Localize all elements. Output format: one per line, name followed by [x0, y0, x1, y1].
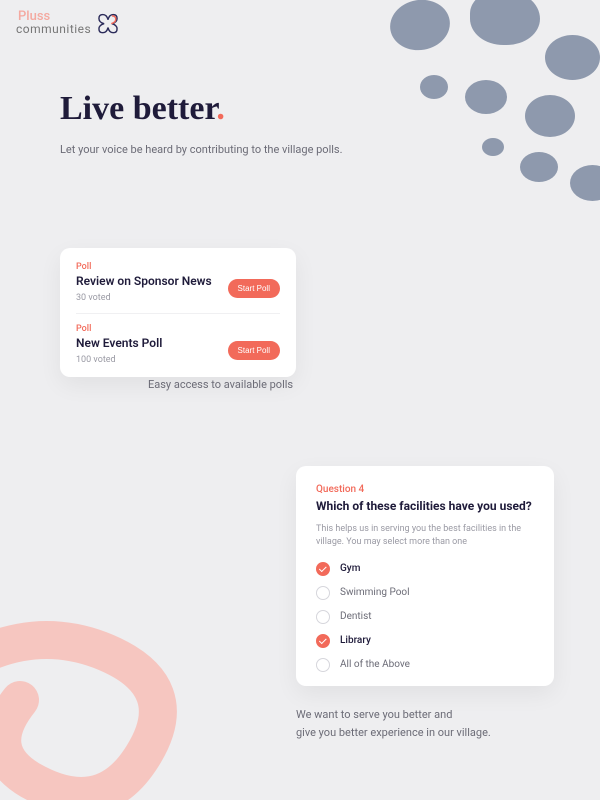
option-library[interactable]: Library — [316, 634, 534, 648]
checkbox-icon — [316, 562, 330, 576]
checkbox-icon — [316, 658, 330, 672]
brand-mark-icon — [95, 12, 121, 34]
option-label: Swimming Pool — [340, 587, 410, 598]
start-poll-button[interactable]: Start Poll — [228, 279, 280, 298]
question-card: Question 4 Which of these facilities hav… — [296, 466, 554, 686]
polls-caption: Easy access to available polls — [148, 378, 293, 391]
page-subtitle: Let your voice be heard by contributing … — [60, 142, 343, 159]
option-label: All of the Above — [340, 659, 410, 670]
poll-item: Poll Review on Sponsor News 30 voted Sta… — [76, 262, 280, 303]
question-help-text: This helps us in serving you the best fa… — [316, 523, 534, 550]
option-label: Gym — [340, 563, 360, 574]
question-number: Question 4 — [316, 484, 534, 495]
poll-meta: 30 voted — [76, 293, 212, 303]
option-dentist[interactable]: Dentist — [316, 610, 534, 624]
checkbox-icon — [316, 610, 330, 624]
page-title-text: Live better — [60, 90, 216, 127]
question-title: Which of these facilities have you used? — [316, 499, 534, 515]
decorative-squiggle — [0, 440, 250, 800]
decorative-blobs — [330, 0, 600, 240]
polls-card: Poll Review on Sponsor News 30 voted Sta… — [60, 248, 296, 377]
poll-title: New Events Poll — [76, 336, 162, 351]
title-dot-accent: . — [216, 90, 225, 127]
hero-section: Live better. Let your voice be heard by … — [60, 90, 343, 159]
checkbox-icon — [316, 634, 330, 648]
poll-title: Review on Sponsor News — [76, 274, 212, 289]
option-label: Library — [340, 635, 371, 646]
brand-word-2: communities — [16, 23, 91, 35]
option-all-of-the-above[interactable]: All of the Above — [316, 658, 534, 672]
checkbox-icon — [316, 586, 330, 600]
question-caption: We want to serve you better and give you… — [296, 706, 491, 741]
poll-meta: 100 voted — [76, 355, 162, 365]
brand-logo: Pluss communities — [18, 10, 121, 35]
option-swimming-pool[interactable]: Swimming Pool — [316, 586, 534, 600]
caption-line-2: give you better experience in our villag… — [296, 726, 491, 739]
options-list: Gym Swimming Pool Dentist Library All of… — [316, 562, 534, 672]
start-poll-button[interactable]: Start Poll — [228, 341, 280, 360]
caption-line-1: We want to serve you better and — [296, 708, 452, 721]
option-label: Dentist — [340, 611, 372, 622]
poll-item: Poll New Events Poll 100 voted Start Pol… — [76, 313, 280, 365]
poll-tag: Poll — [76, 324, 280, 334]
poll-tag: Poll — [76, 262, 280, 272]
option-gym[interactable]: Gym — [316, 562, 534, 576]
page-title: Live better. — [60, 90, 343, 128]
